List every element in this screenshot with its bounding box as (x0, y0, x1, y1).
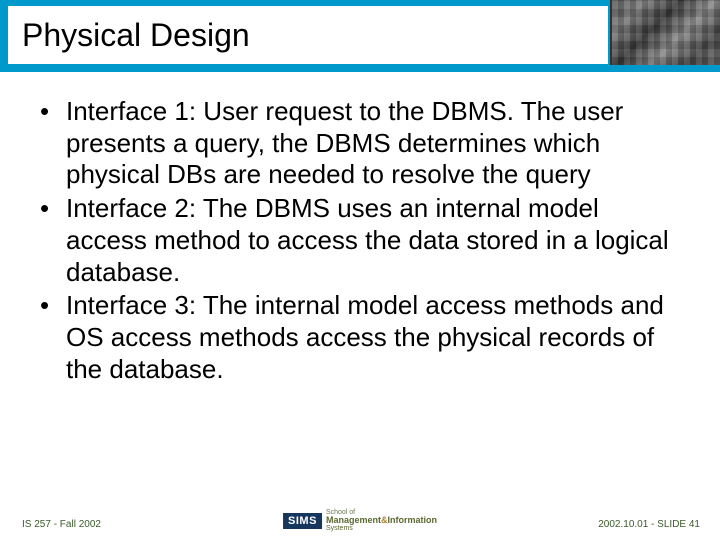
title-box: Physical Design (8, 6, 608, 64)
footer: IS 257 - Fall 2002 SIMS School of Manage… (0, 510, 720, 530)
header-bar: Physical Design (0, 0, 720, 72)
logo-line2: Management&Information (326, 516, 437, 525)
footer-right-text: 2002.10.01 - SLIDE 41 (598, 519, 700, 530)
logo-acronym: SIMS (283, 513, 322, 529)
logo-line3: Systems (326, 525, 437, 532)
logo-text: School of Management&Information Systems (326, 509, 437, 532)
list-item: Interface 1: User request to the DBMS. T… (40, 96, 680, 191)
footer-logo: SIMS School of Management&Information Sy… (283, 509, 437, 532)
logo-line2-word: Information (387, 515, 437, 525)
slide-title: Physical Design (22, 17, 250, 54)
header-decorative-image (610, 0, 720, 65)
list-item: Interface 2: The DBMS uses an internal m… (40, 193, 680, 288)
body-content: Interface 1: User request to the DBMS. T… (40, 96, 680, 387)
bullet-list: Interface 1: User request to the DBMS. T… (40, 96, 680, 385)
list-item: Interface 3: The internal model access m… (40, 290, 680, 385)
logo-line2-prefix: Management (326, 515, 381, 525)
slide: Physical Design Interface 1: User reques… (0, 0, 720, 540)
footer-left-text: IS 257 - Fall 2002 (22, 519, 101, 530)
